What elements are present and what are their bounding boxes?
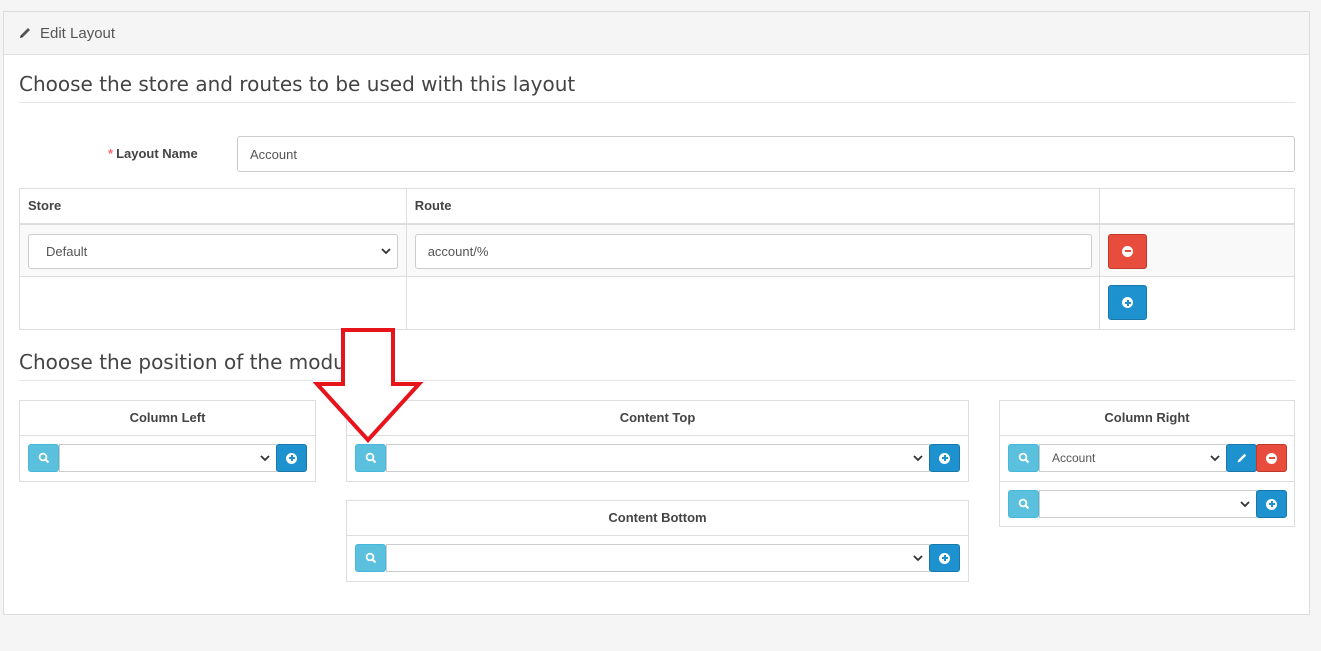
content-top-box: Content Top [346,400,969,482]
plus-circle-icon [939,452,950,464]
table-row: Default account/% [19,223,1295,277]
plus-circle-icon [1266,498,1277,510]
column-left-box: Column Left [19,400,316,482]
module-row [1000,481,1294,526]
chevron-down-icon [1210,455,1220,462]
content-bottom-add-button[interactable] [929,544,960,572]
column-right-edit-button[interactable] [1226,444,1257,472]
module-row: Account [1000,436,1294,481]
edit-layout-panel: Edit Layout Choose the store and routes … [3,11,1310,615]
routes-table: Store Route Default account/% [19,188,1295,330]
column-left-add-button[interactable] [276,444,307,472]
search-icon [38,452,49,464]
column-left-search-button[interactable] [28,444,59,472]
module-row [347,436,968,481]
minus-circle-icon [1122,245,1134,257]
search-icon [1018,452,1029,464]
divider [19,380,1295,381]
minus-circle-icon [1266,452,1277,464]
chevron-down-icon [913,555,923,562]
content-bottom-module-select[interactable] [386,544,930,572]
remove-route-button[interactable] [1108,233,1148,269]
pencil-icon [20,28,30,38]
plus-circle-icon [286,452,297,464]
column-right-box: Column Right Account [999,400,1295,527]
column-header-route: Route [405,188,1101,225]
content-bottom-search-button[interactable] [355,544,386,572]
content-bottom-box: Content Bottom [346,500,969,582]
column-right-title: Column Right [1000,401,1294,436]
pencil-icon [1237,453,1246,463]
column-header-action [1099,188,1295,225]
chevron-down-icon [381,248,391,255]
content-top-module-select[interactable] [386,444,930,472]
store-select[interactable]: Default [28,233,398,269]
panel-title: Edit Layout [40,24,116,42]
search-icon [365,552,376,564]
column-header-store: Store [19,188,407,225]
divider [19,102,1295,103]
column-right-new-search-button[interactable] [1008,490,1039,518]
content-top-search-button[interactable] [355,444,386,472]
column-left-title: Column Left [20,401,315,436]
section-title-store-routes: Choose the store and routes to be used w… [19,72,576,96]
panel-heading: Edit Layout [4,12,1309,55]
layout-name-label: * Layout Name [108,146,198,161]
plus-circle-icon [1122,297,1134,308]
add-route-button[interactable] [1108,285,1148,320]
module-row [20,436,315,481]
route-input[interactable]: account/% [414,233,1092,269]
content-top-add-button[interactable] [929,444,960,472]
content-top-title: Content Top [347,401,968,436]
column-right-module-select[interactable]: Account [1039,444,1227,472]
chevron-down-icon [260,455,270,462]
chevron-down-icon [1240,501,1250,508]
column-right-new-module-select[interactable] [1039,490,1257,518]
required-mark: * [108,146,114,161]
content-bottom-title: Content Bottom [347,501,968,536]
column-right-add-button[interactable] [1256,490,1287,518]
chevron-down-icon [913,455,923,462]
column-right-remove-button[interactable] [1256,444,1287,472]
column-right-search-button[interactable] [1008,444,1039,472]
table-row [19,276,1295,330]
search-icon [365,452,376,464]
layout-name-input[interactable]: Account [237,136,1295,172]
search-icon [1018,498,1029,510]
module-row [347,536,968,581]
plus-circle-icon [939,552,950,564]
column-left-module-select[interactable] [59,444,277,472]
annotation-arrow-icon [313,328,424,443]
